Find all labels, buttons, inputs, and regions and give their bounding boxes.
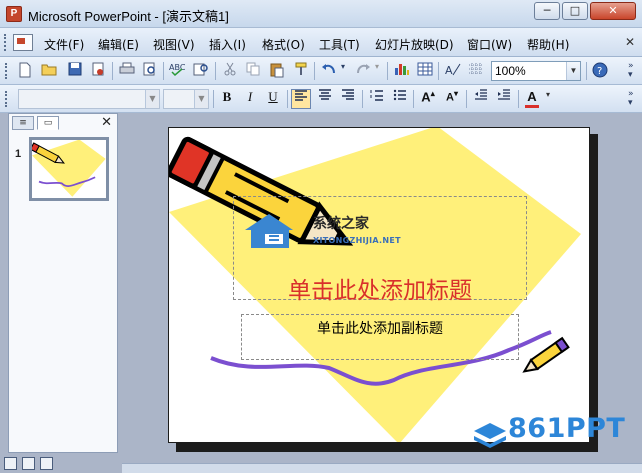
document-menu-icon[interactable]: [13, 34, 33, 51]
cut-icon[interactable]: [221, 62, 239, 80]
insert-chart-icon[interactable]: [393, 62, 411, 80]
horizontal-scrollbar[interactable]: [122, 463, 642, 473]
panel-close-icon[interactable]: ✕: [101, 115, 112, 130]
tab-outline[interactable]: ≡: [12, 116, 34, 130]
underline-button[interactable]: U: [263, 89, 283, 109]
slide-sorter-view-icon[interactable]: [22, 457, 35, 470]
menu-view[interactable]: 视图(V): [153, 36, 195, 53]
expand-all-icon[interactable]: A: [444, 62, 462, 80]
bold-button[interactable]: B: [217, 89, 237, 109]
minimize-button[interactable]: ─: [534, 2, 560, 20]
bullets-icon[interactable]: [390, 89, 410, 109]
redo-icon[interactable]: [354, 62, 372, 80]
save-icon[interactable]: [66, 62, 84, 80]
open-icon[interactable]: [40, 62, 58, 80]
new-icon[interactable]: [16, 62, 34, 80]
print-preview-icon[interactable]: [141, 62, 159, 80]
menu-edit[interactable]: 编辑(E): [98, 36, 139, 53]
title-placeholder-text[interactable]: 单击此处添加标题: [234, 271, 526, 305]
subtitle-placeholder[interactable]: 单击此处添加副标题: [241, 314, 519, 360]
toolbar-options-icon[interactable]: » ▾: [628, 90, 638, 108]
permission-icon[interactable]: [89, 62, 107, 80]
numbering-icon[interactable]: [367, 89, 387, 109]
align-left-icon[interactable]: [291, 89, 311, 109]
svg-text:A: A: [445, 64, 453, 76]
slide-number: 1: [15, 148, 22, 160]
slide-thumbnail[interactable]: [29, 137, 109, 201]
increase-font-size-icon[interactable]: A▴: [418, 89, 438, 109]
paste-icon[interactable]: [268, 62, 286, 80]
menu-bar: 文件(F) 编辑(E) 视图(V) 插入(I) 格式(O) 工具(T) 幻灯片放…: [0, 28, 642, 57]
insert-table-icon[interactable]: [416, 62, 434, 80]
align-right-icon[interactable]: [338, 89, 358, 109]
toolbar-grip-icon[interactable]: [5, 63, 8, 79]
menu-help[interactable]: 帮助(H): [527, 36, 569, 53]
close-button[interactable]: ✕: [590, 2, 636, 20]
menu-window[interactable]: 窗口(W): [467, 36, 512, 53]
font-color-dropdown-icon[interactable]: ▾: [543, 90, 553, 108]
undo-dropdown-icon[interactable]: ▾: [338, 62, 348, 80]
svg-text:?: ?: [597, 66, 602, 77]
show-grid-icon[interactable]: [467, 62, 485, 80]
font-size-dropdown-icon[interactable]: ▼: [194, 90, 208, 108]
formatting-toolbar: ▼ ▼ B I U A▴ A▾ A ▾ » ▾: [0, 85, 642, 113]
redo-dropdown-icon[interactable]: ▾: [372, 62, 382, 80]
tab-slides[interactable]: ▭: [37, 116, 59, 130]
subtitle-placeholder-text[interactable]: 单击此处添加副标题: [242, 318, 518, 338]
align-center-icon[interactable]: [315, 89, 335, 109]
italic-button[interactable]: I: [240, 89, 260, 109]
font-name-combobox[interactable]: ▼: [18, 89, 160, 109]
undo-icon[interactable]: [320, 62, 338, 80]
research-icon[interactable]: [192, 62, 210, 80]
menu-tools[interactable]: 工具(T): [319, 36, 360, 53]
menu-grip-icon[interactable]: [4, 34, 7, 51]
view-buttons: [2, 457, 62, 471]
svg-text:ABC: ABC: [169, 63, 185, 72]
help-icon[interactable]: ?: [591, 62, 609, 80]
menu-insert[interactable]: 插入(I): [209, 36, 246, 53]
close-document-icon[interactable]: ✕: [624, 34, 636, 50]
font-color-icon[interactable]: A: [522, 89, 542, 109]
toolbar-options-icon[interactable]: » ▾: [628, 62, 638, 80]
powerpoint-app-icon[interactable]: P: [6, 6, 22, 22]
slide-canvas[interactable]: 系统之家 XITONGZHIJIA.NET 单击此处添加标题 单击此处添加副标题: [168, 127, 590, 443]
toolbar-grip-icon[interactable]: [5, 91, 8, 107]
font-size-combobox[interactable]: ▼: [163, 89, 209, 109]
zoom-combobox[interactable]: 100% ▼: [491, 61, 581, 81]
zoom-value: 100%: [495, 64, 526, 78]
maximize-button[interactable]: □: [562, 2, 588, 20]
spelling-icon[interactable]: ABC: [168, 62, 186, 80]
copy-icon[interactable]: [244, 62, 262, 80]
menu-format[interactable]: 格式(O): [262, 36, 305, 53]
slideshow-view-icon[interactable]: [40, 457, 53, 470]
print-icon[interactable]: [118, 62, 136, 80]
window-title: Microsoft PowerPoint - [演示文稿1]: [28, 9, 229, 24]
normal-view-icon[interactable]: [4, 457, 17, 470]
title-placeholder[interactable]: 单击此处添加标题: [233, 196, 527, 304]
standard-toolbar: ABC ▾ ▾ A 100% ▼ ? » ▾: [0, 57, 642, 85]
slides-outline-panel: ≡ ▭ ✕ 1: [8, 113, 118, 453]
brand-logo-icon: [474, 423, 506, 448]
format-painter-icon[interactable]: [292, 62, 310, 80]
menu-file[interactable]: 文件(F): [44, 36, 84, 53]
menu-slideshow[interactable]: 幻灯片放映(D): [375, 36, 454, 53]
increase-indent-icon[interactable]: [494, 89, 514, 109]
font-name-dropdown-icon[interactable]: ▼: [145, 90, 159, 108]
decrease-indent-icon[interactable]: [471, 89, 491, 109]
title-bar: P Microsoft PowerPoint - [演示文稿1] ─ □ ✕: [0, 0, 642, 28]
decrease-font-size-icon[interactable]: A▾: [442, 89, 462, 109]
zoom-dropdown-icon[interactable]: ▼: [566, 62, 580, 80]
brand-watermark: 861PPT: [508, 413, 626, 444]
